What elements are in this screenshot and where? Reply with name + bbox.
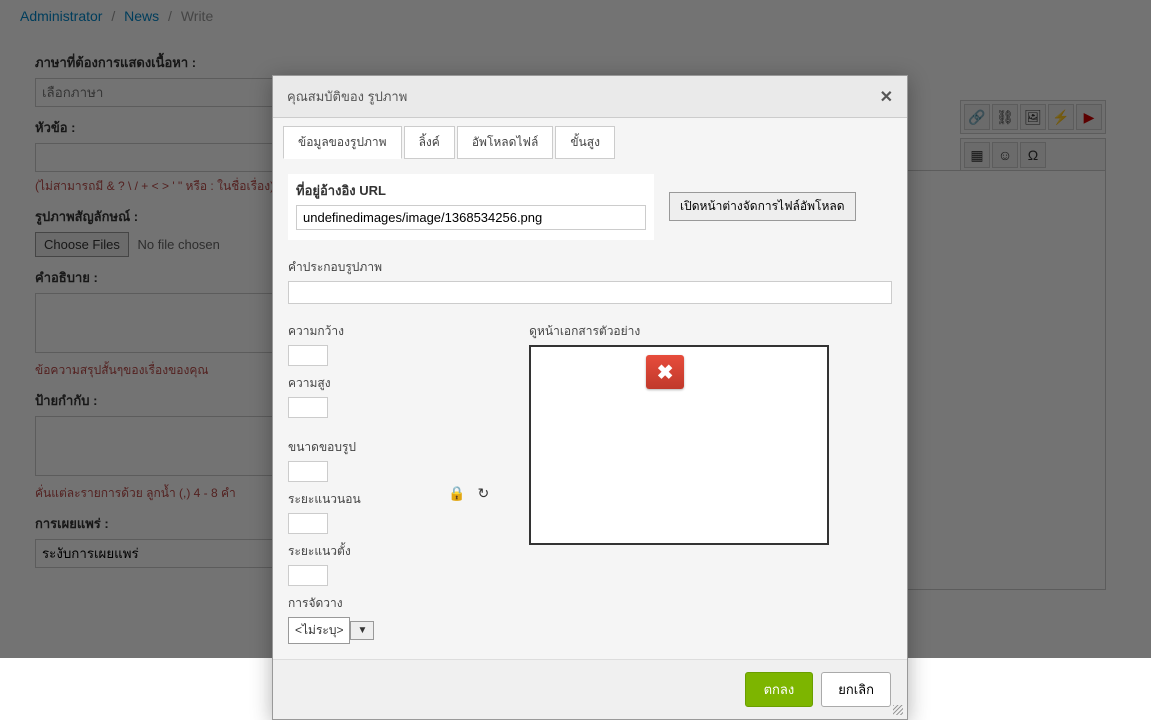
preview-box: ✖ — [529, 345, 829, 545]
tab-advanced[interactable]: ขั้นสูง — [555, 126, 615, 159]
chevron-down-icon[interactable]: ▼ — [350, 621, 374, 640]
browse-server-button[interactable]: เปิดหน้าต่างจัดการไฟล์อัพโหลด — [669, 192, 856, 221]
border-input[interactable] — [288, 461, 328, 482]
alt-input[interactable] — [288, 281, 892, 304]
dialog-title: คุณสมบัติของ รูปภาพ — [287, 86, 407, 107]
preview-label: ดูหน้าเอกสารตัวอย่าง — [529, 322, 892, 341]
url-input[interactable] — [296, 205, 646, 230]
tab-upload[interactable]: อัพโหลดไฟล์ — [457, 126, 554, 159]
hspace-input[interactable] — [288, 513, 328, 534]
tab-image-info[interactable]: ข้อมูลของรูปภาพ — [283, 126, 402, 159]
width-label: ความกว้าง — [288, 322, 428, 341]
lock-icon[interactable]: 🔒 — [448, 485, 465, 502]
reset-icon[interactable]: ↻ — [477, 485, 489, 502]
alt-label: คำประกอบรูปภาพ — [288, 258, 892, 277]
align-select[interactable]: <ไม่ระบุ> — [288, 617, 350, 644]
border-label: ขนาดขอบรูป — [288, 438, 428, 457]
vspace-input[interactable] — [288, 565, 328, 586]
url-label: ที่อยู่อ้างอิง URL — [296, 180, 646, 201]
vspace-label: ระยะแนวตั้ง — [288, 542, 428, 561]
image-properties-dialog: คุณสมบัติของ รูปภาพ ✕ ข้อมูลของรูปภาพ ลิ… — [272, 75, 908, 720]
cancel-button[interactable]: ยกเลิก — [821, 672, 891, 707]
height-label: ความสูง — [288, 374, 428, 393]
broken-image-icon: ✖ — [646, 355, 684, 389]
resize-handle-icon[interactable] — [893, 705, 903, 715]
close-icon[interactable]: ✕ — [880, 87, 893, 107]
height-input[interactable] — [288, 397, 328, 418]
width-input[interactable] — [288, 345, 328, 366]
align-label: การจัดวาง — [288, 594, 428, 613]
ok-button[interactable]: ตกลง — [745, 672, 814, 707]
hspace-label: ระยะแนวนอน — [288, 490, 428, 509]
tab-link[interactable]: ลิ้งค์ — [404, 126, 455, 159]
